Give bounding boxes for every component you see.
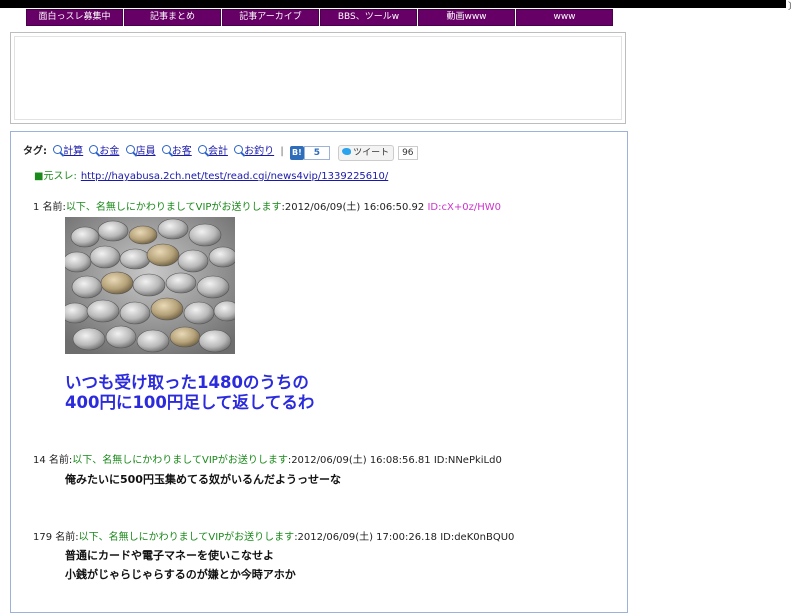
source-thread: ■元スレ: http://hayabusa.2ch.net/test/read.c… [34,171,388,183]
right-edge-strip: 〕 [786,0,800,600]
source-link[interactable]: http://hayabusa.2ch.net/test/read.cgi/ne… [81,171,388,182]
post-header-14: 14 名前:以下、名無しにかわりましてVIPがお送りします:2012/06/09… [33,455,502,467]
post-line: 400円に100円足して返してるわ [65,393,315,412]
source-label: ■元スレ: [34,171,77,182]
top-black-bar [0,0,786,8]
post-datetime: :2012/06/09(土) 16:08:56.81 [287,455,431,466]
nav-item-boshu[interactable]: 面白っスレ募集中 [26,9,123,26]
tag-bar: タグ: 計算 お金 店員 お客 会計 お釣り | B! 5 ツイート 96 [23,143,418,161]
tag-text: 計算 [63,146,84,157]
post-body-1: いつも受け取った1480のうちの 400円に100円足して返してるわ [65,373,314,413]
magnifier-icon [197,145,207,154]
tag-okyaku[interactable]: お客 [161,145,192,157]
nav-item-bbs[interactable]: BBS、ツールw [320,9,417,26]
post-datetime: :2012/06/09(土) 16:06:50.92 [281,202,425,213]
magnifier-icon [53,145,63,154]
nav-item-douga[interactable]: 動画www [418,9,515,26]
tag-tenin[interactable]: 店員 [125,145,156,157]
post-name-label: 名前: [48,455,73,466]
post-header-179: 179 名前:以下、名無しにかわりましてVIPがお送りします:2012/06/0… [33,532,514,544]
hatena-bookmark-count[interactable]: 5 [303,146,330,160]
post-name: 以下、名無しにかわりましてVIPがお送りします [72,455,288,466]
tag-otsuri[interactable]: お釣り [234,145,275,157]
tag-text: 店員 [135,146,156,157]
tweet-button[interactable]: ツイート [338,145,395,161]
post-line: 小銭がじゃらじゃらするのが嫌とか今時アホか [65,568,296,581]
post-number: 179 [33,532,53,543]
post-id: ID:cX+0z/HW0 [427,202,501,213]
post-datetime: :2012/06/09(土) 17:00:26.18 [294,532,437,543]
tag-okane[interactable]: お金 [89,145,120,157]
post-name-label: 名前: [42,202,66,213]
coins-photo [65,217,235,354]
edge-glyph-icon: 〕 [788,2,798,12]
article-box: タグ: 計算 お金 店員 お客 会計 お釣り | B! 5 ツイート 96 ■元スレ… [10,131,628,613]
magnifier-icon [89,145,99,154]
post-body-179: 普通にカードや電子マネーを使いこなせよ 小銭がじゃらじゃらするのが嫌とか今時アホ… [65,546,296,584]
ad-banner-inner [14,36,622,120]
tag-text: 会計 [207,146,228,157]
tag-text: お客 [171,146,192,157]
post-name: 以下、名無しにかわりましてVIPがお送りします [78,532,295,543]
tag-separator: | [280,146,284,157]
ad-banner-box [10,32,626,124]
post-line: 普通にカードや電子マネーを使いこなせよ [65,549,274,562]
tag-label: タグ: [23,146,47,157]
post-line: 俺みたいに500円玉集めてる奴がいるんだようっせーな [65,473,341,486]
tag-text: お金 [99,146,120,157]
tweet-count[interactable]: 96 [398,146,418,160]
tag-text: お釣り [244,146,275,157]
post-header-1: 1 名前:以下、名無しにかわりましてVIPがお送りします:2012/06/09(… [33,202,501,214]
post-id: ID:deK0nBQU0 [440,532,515,543]
nav-item-www[interactable]: www [516,9,613,26]
post-id: ID:NNePkiLd0 [433,455,502,466]
nav-item-archive[interactable]: 記事アーカイブ [222,9,319,26]
magnifier-icon [234,145,244,154]
magnifier-icon [125,145,135,154]
post-name-label: 名前: [55,532,79,543]
post-body-14: 俺みたいに500円玉集めてる奴がいるんだようっせーな [65,470,341,489]
tag-keisan[interactable]: 計算 [53,145,84,157]
post-name: 以下、名無しにかわりましてVIPがお送りします [65,202,282,213]
twitter-bird-icon [342,148,352,155]
post-line: いつも受け取った1480のうちの [65,373,309,392]
post-number: 1 [33,202,40,213]
tweet-label: ツイート [353,148,390,158]
hatena-bookmark-icon[interactable]: B! [289,146,304,160]
tag-kaikei[interactable]: 会計 [197,145,228,157]
coins-photo-drawing [65,217,235,354]
magnifier-icon [161,145,171,154]
post-number: 14 [33,455,46,466]
nav-item-matome[interactable]: 記事まとめ [124,9,221,26]
